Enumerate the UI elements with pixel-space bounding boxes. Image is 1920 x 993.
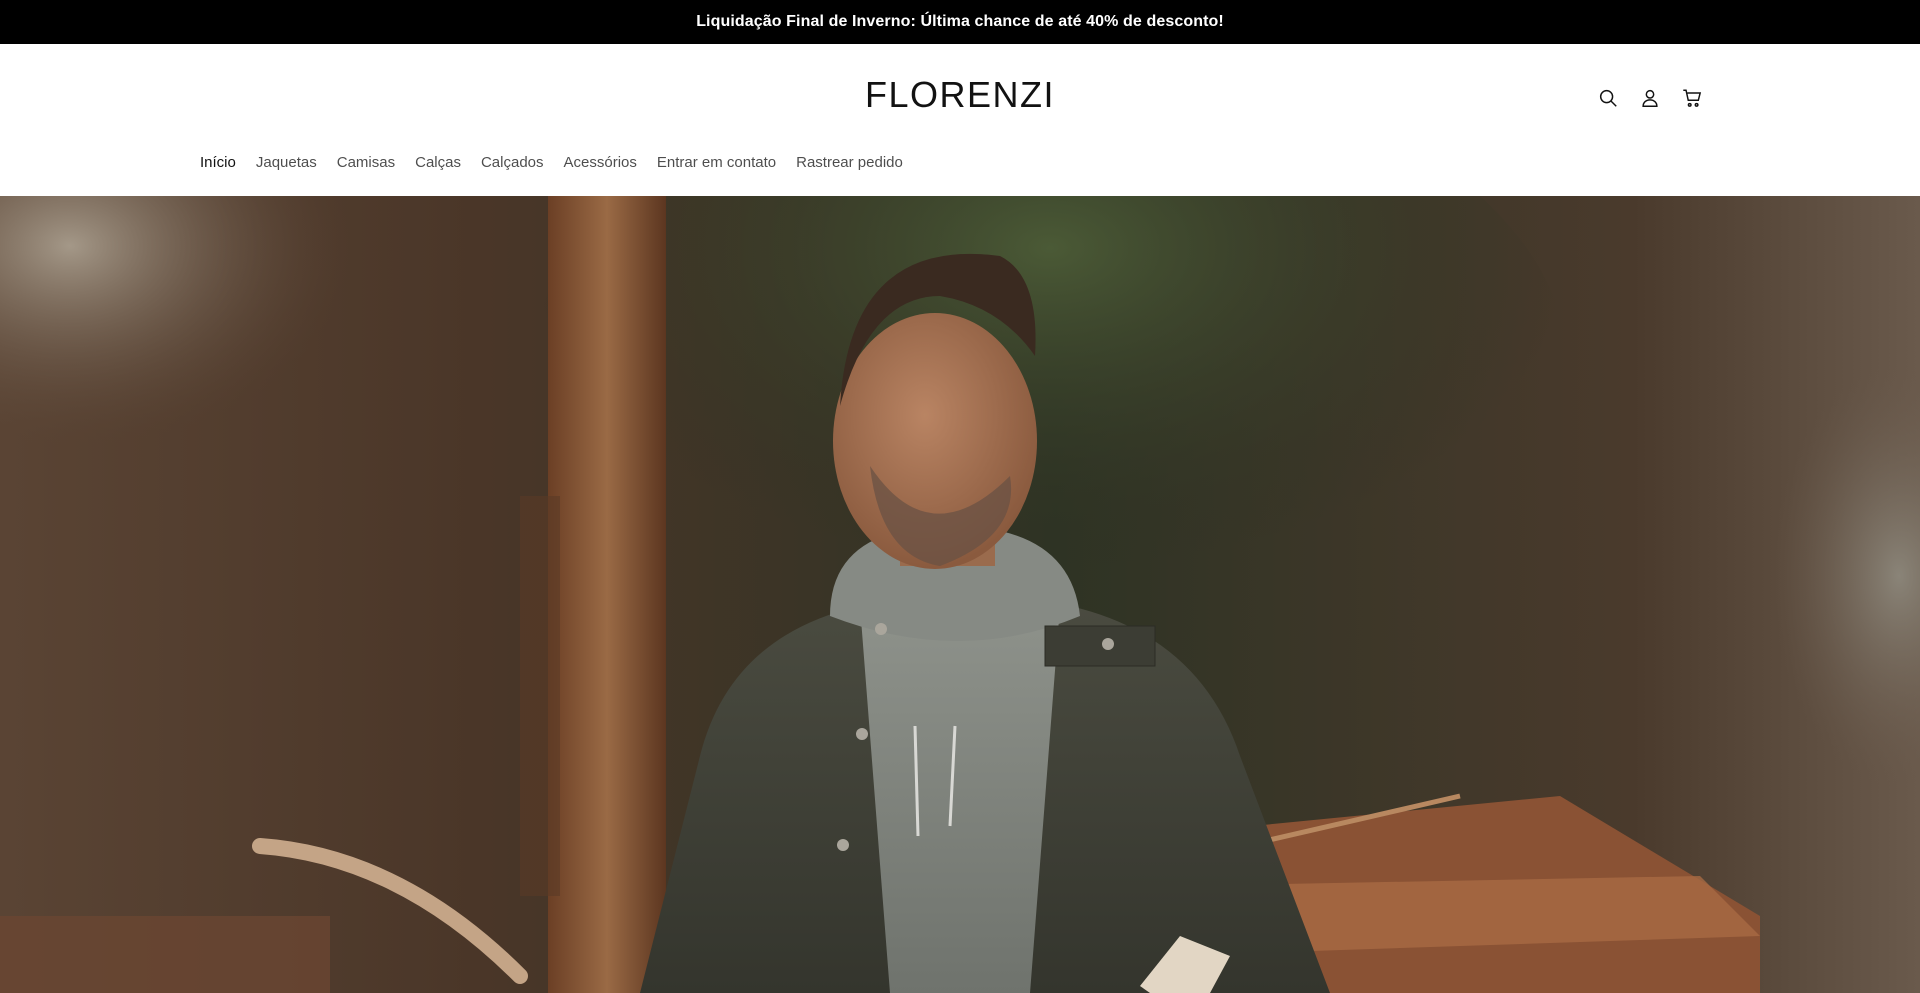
nav-item-inicio[interactable]: Início [200,154,236,171]
main-nav: Início Jaquetas Camisas Calças Calçados … [200,154,903,171]
account-icon[interactable] [1638,86,1662,110]
hero-image [0,196,1920,993]
nav-item-jaquetas[interactable]: Jaquetas [256,154,317,171]
header-icons [1596,86,1704,110]
search-icon[interactable] [1596,86,1620,110]
announcement-bar: Liquidação Final de Inverno: Última chan… [0,0,1920,44]
nav-item-acessorios[interactable]: Acessórios [564,154,637,171]
nav-item-camisas[interactable]: Camisas [337,154,395,171]
announcement-text: Liquidação Final de Inverno: Última chan… [696,13,1224,30]
hero-banner[interactable] [0,196,1920,993]
nav-item-rastrear[interactable]: Rastrear pedido [796,154,903,171]
nav-item-contato[interactable]: Entrar em contato [657,154,776,171]
cart-icon[interactable] [1680,86,1704,110]
nav-item-calcados[interactable]: Calçados [481,154,544,171]
site-header: FLORENZI Início Jaquetas Camisas Calças … [0,44,1920,196]
nav-item-calcas[interactable]: Calças [415,154,461,171]
